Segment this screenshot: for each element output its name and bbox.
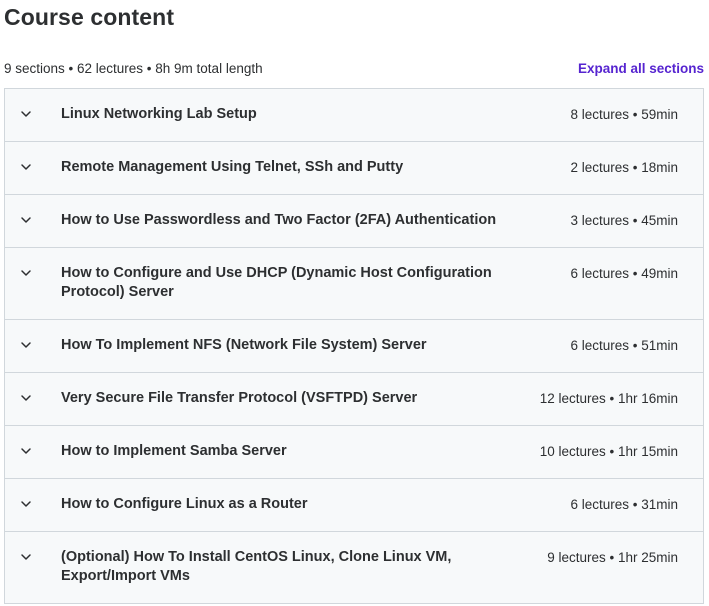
section-row[interactable]: How To Implement NFS (Network File Syste… xyxy=(5,320,703,373)
course-summary-row: 9 sections • 62 lectures • 8h 9m total l… xyxy=(4,58,704,78)
chevron-down-icon xyxy=(5,442,61,457)
section-info: 6 lectures • 51min xyxy=(570,338,678,353)
chevron-down-icon xyxy=(5,548,61,563)
section-info: 8 lectures • 59min xyxy=(570,107,678,122)
section-row[interactable]: How to Use Passwordless and Two Factor (… xyxy=(5,195,703,248)
section-row[interactable]: How to Configure and Use DHCP (Dynamic H… xyxy=(5,248,703,320)
section-row[interactable]: (Optional) How To Install CentOS Linux, … xyxy=(5,532,703,604)
section-row[interactable]: How to Configure Linux as a Router 6 lec… xyxy=(5,479,703,532)
expand-all-button[interactable]: Expand all sections xyxy=(578,61,704,76)
section-title: How to Configure Linux as a Router xyxy=(61,496,308,512)
section-info: 6 lectures • 31min xyxy=(570,497,678,512)
course-summary: 9 sections • 62 lectures • 8h 9m total l… xyxy=(4,60,263,76)
chevron-down-icon xyxy=(5,264,61,279)
section-title: (Optional) How To Install CentOS Linux, … xyxy=(61,549,452,584)
section-info: 3 lectures • 45min xyxy=(570,213,678,228)
chevron-down-icon xyxy=(5,389,61,404)
chevron-down-icon xyxy=(5,158,61,173)
section-title: Linux Networking Lab Setup xyxy=(61,106,257,122)
section-row[interactable]: Very Secure File Transfer Protocol (VSFT… xyxy=(5,373,703,426)
chevron-down-icon xyxy=(5,105,61,120)
section-title: Very Secure File Transfer Protocol (VSFT… xyxy=(61,390,418,406)
section-row[interactable]: How to Implement Samba Server 10 lecture… xyxy=(5,426,703,479)
section-info: 9 lectures • 1hr 25min xyxy=(547,550,678,565)
section-title: How to Use Passwordless and Two Factor (… xyxy=(61,212,497,228)
section-info: 2 lectures • 18min xyxy=(570,160,678,175)
section-info: 12 lectures • 1hr 16min xyxy=(539,391,678,406)
section-title: How To Implement NFS (Network File Syste… xyxy=(61,337,427,353)
section-list: Linux Networking Lab Setup 8 lectures • … xyxy=(4,88,704,604)
section-row[interactable]: Linux Networking Lab Setup 8 lectures • … xyxy=(5,89,703,142)
section-title: How to Configure and Use DHCP (Dynamic H… xyxy=(61,265,492,300)
page-title: Course content xyxy=(4,4,175,30)
section-info: 10 lectures • 1hr 15min xyxy=(539,444,678,459)
chevron-down-icon xyxy=(5,336,61,351)
section-title: Remote Management Using Telnet, SSh and … xyxy=(61,159,404,175)
chevron-down-icon xyxy=(5,495,61,510)
section-info: 6 lectures • 49min xyxy=(570,266,678,281)
section-row[interactable]: Remote Management Using Telnet, SSh and … xyxy=(5,142,703,195)
section-title: How to Implement Samba Server xyxy=(61,443,287,459)
chevron-down-icon xyxy=(5,211,61,226)
